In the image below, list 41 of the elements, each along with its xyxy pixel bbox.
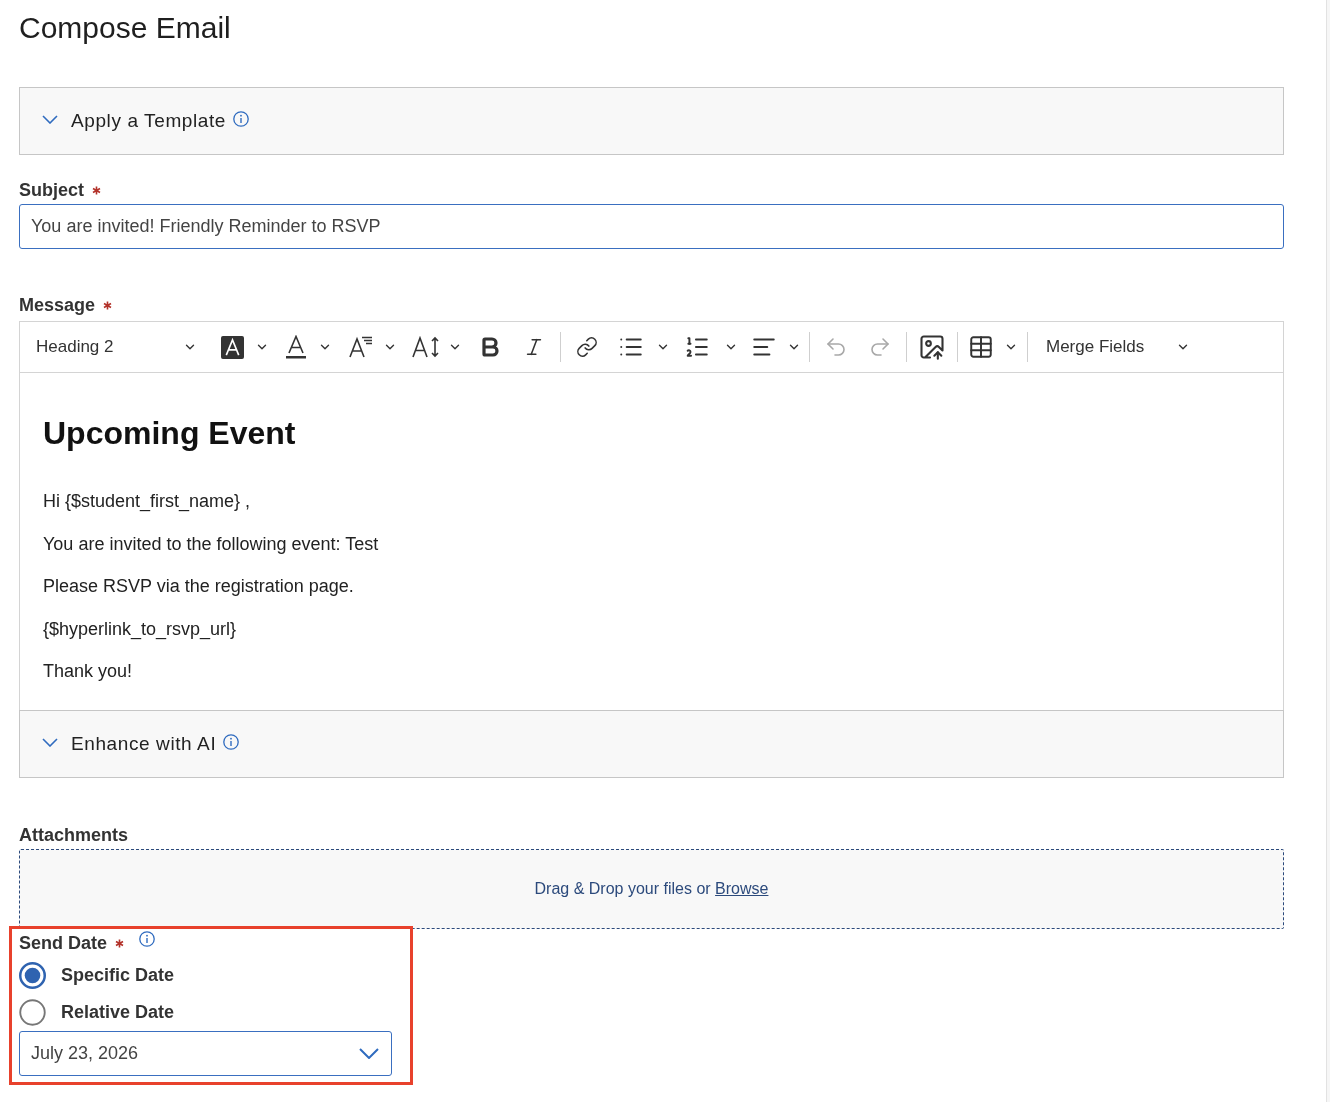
page-title: Compose Email — [19, 10, 231, 46]
date-select[interactable]: July 23, 2026 — [19, 1031, 392, 1076]
field-label: Send Date — [19, 932, 108, 955]
content-heading: Upcoming Event — [43, 414, 296, 453]
merge-fields-dropdown[interactable]: Merge Fields — [1036, 329, 1200, 365]
subject-input[interactable]: You are invited! Friendly Reminder to RSVP — [19, 204, 1284, 249]
content-paragraph: Please RSVP via the registration page. — [43, 575, 354, 598]
numbered-list-icon — [684, 334, 710, 360]
radio-button[interactable] — [19, 961, 46, 989]
field-label: Attachments — [19, 824, 129, 847]
info-icon[interactable] — [233, 111, 249, 127]
link-icon — [576, 336, 598, 358]
content-paragraph: {$hyperlink_to_rsvp_url} — [43, 617, 237, 642]
field-label: Message — [19, 294, 96, 317]
browse-link[interactable]: Browse — [715, 880, 769, 897]
content-paragraph: You are invited to the following event: Test — [43, 532, 379, 556]
accordion-header[interactable]: Enhance with AI — [19, 710, 1284, 778]
letter-with-lines-icon — [349, 336, 373, 358]
heading-style-dropdown[interactable]: Heading 2 — [20, 329, 206, 365]
chevron-down-icon — [42, 737, 58, 747]
field-label: Subject — [19, 179, 84, 202]
accordion-header[interactable]: Apply a Template — [19, 87, 1284, 155]
radio-label: Specific Date — [61, 963, 175, 987]
chevron-down-icon — [359, 1048, 379, 1059]
info-icon[interactable] — [139, 931, 156, 947]
file-drop-zone[interactable]: Drag & Drop your files or Browse — [19, 849, 1284, 929]
table-icon — [968, 334, 994, 360]
content-paragraph: Thank you! — [43, 660, 133, 683]
underlined-letter-icon — [286, 335, 306, 359]
letter-with-arrow-icon — [412, 336, 440, 358]
radio-label: Relative Date — [61, 1000, 175, 1024]
undo-icon — [824, 335, 848, 359]
redo-icon — [868, 335, 892, 359]
drop-prompt: Drag & Drop your files or Browse — [534, 879, 769, 899]
radio-button[interactable] — [19, 998, 46, 1026]
editor-content[interactable]: Upcoming Event Hi {$student_first_name} , You are invited to the following event: Test Please RSVP via the registration page. {$hyperlink_to_rsvp_url} Thank you! — [20, 373, 1283, 710]
info-icon[interactable] — [223, 734, 240, 750]
chevron-down-icon — [42, 114, 58, 124]
highlighted-letter-icon — [221, 335, 244, 359]
image-upload-icon — [918, 333, 946, 361]
content-paragraph: Hi {$student_first_name} , — [43, 490, 251, 514]
